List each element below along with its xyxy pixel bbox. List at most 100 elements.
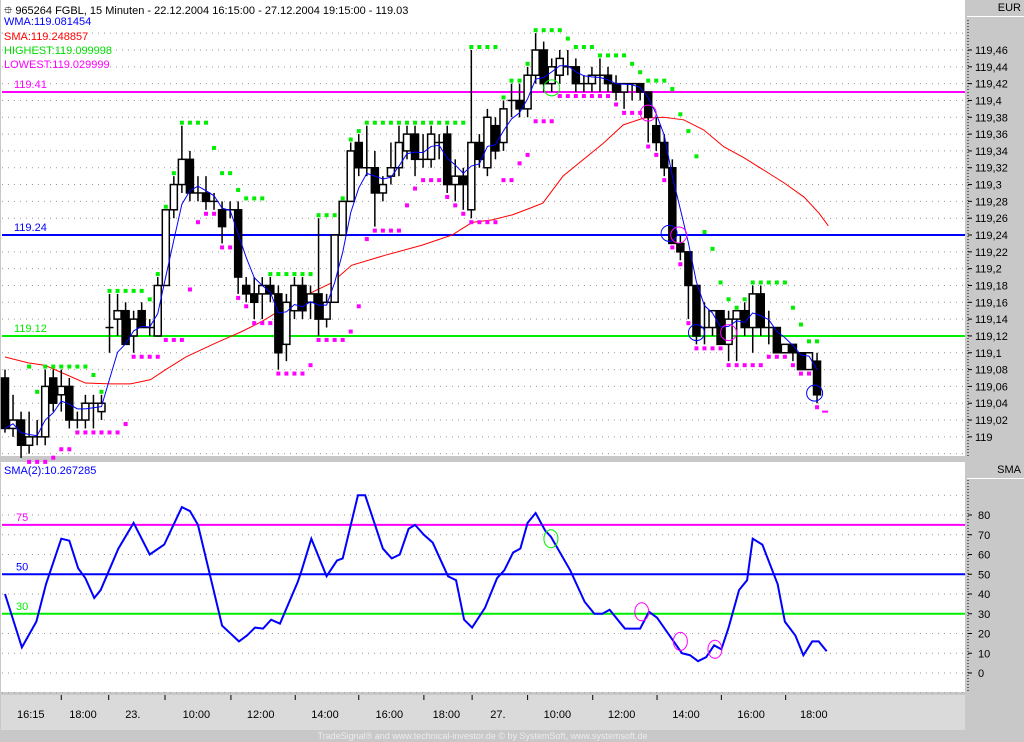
candle-body: [48, 377, 58, 404]
lowest-dot: [43, 459, 48, 464]
candle: [153, 277, 163, 337]
highest-dot: [356, 129, 361, 134]
highest-dot: [461, 120, 466, 125]
lowest-dot: [212, 211, 217, 216]
lowest-dot: [107, 430, 112, 435]
candle-body: [748, 293, 757, 329]
highest-dot: [557, 28, 562, 33]
candle-body: [378, 183, 388, 194]
oscillator-axis-label: SMA: [967, 462, 1024, 479]
highest-dot: [348, 137, 353, 142]
highest-dot: [437, 120, 442, 125]
candle-body: [113, 309, 122, 320]
lowest-dot: [340, 337, 345, 342]
candle: [330, 234, 339, 304]
lowest-dot: [517, 161, 522, 166]
candle-body: [282, 301, 291, 346]
candle-body: [185, 158, 195, 194]
candle-body: [153, 284, 163, 337]
candle-body: [40, 385, 50, 438]
lowest-dot: [308, 363, 313, 368]
lowest-dot: [396, 228, 401, 233]
highest-dot: [220, 171, 225, 176]
highest-dot: [332, 213, 337, 218]
highest-dot: [606, 53, 610, 58]
highest-dot: [589, 45, 594, 49]
lowest-dot: [790, 363, 795, 368]
lowest-dot: [405, 203, 409, 208]
lowest-dot: [260, 321, 265, 326]
price-tick-label: 119,18: [975, 280, 1008, 292]
oscillator-legend: SMA(2):10.267285: [4, 465, 97, 477]
time-label: 18:00: [69, 709, 97, 721]
time-label: 10:00: [544, 709, 572, 721]
highest-dot: [533, 28, 538, 33]
candle-body: [306, 293, 315, 304]
lowest-dot: [292, 371, 297, 376]
highest-dot: [83, 364, 88, 369]
price-tick-label: 119,04: [975, 398, 1008, 410]
highest-dot: [742, 297, 747, 302]
candle-body: [756, 293, 766, 329]
lowest-dot: [236, 295, 241, 300]
candle-body: [611, 82, 621, 93]
lowest-dot: [204, 211, 208, 216]
lowest-dot: [726, 363, 731, 368]
lowest-dot: [678, 262, 683, 267]
lowest-dot: [453, 203, 458, 208]
lowest-dot: [718, 346, 723, 351]
lowest-dot: [654, 152, 659, 157]
highest-dot: [163, 204, 168, 209]
lowest-dot: [758, 363, 763, 368]
candle-body: [241, 284, 251, 295]
candle-body: [274, 293, 283, 354]
candle-body: [475, 141, 484, 161]
sma-legend: SMA:119.248857: [4, 31, 89, 43]
lowest-dot: [774, 354, 779, 359]
price-tick-label: 119,12: [975, 331, 1008, 343]
lowest-dot: [413, 186, 418, 191]
osc-axis[interactable]: [967, 478, 1024, 692]
highest-dot: [276, 272, 281, 277]
highest-dot: [686, 129, 691, 134]
osc-tick-label: 60: [978, 550, 990, 562]
highest-dot: [421, 120, 426, 125]
candle: [780, 343, 790, 354]
candle-body: [619, 82, 629, 93]
highest-dot: [300, 272, 305, 277]
lowest-dot: [630, 110, 635, 115]
candle-body: [499, 108, 508, 144]
lowest-legend: LOWEST:119.029999: [4, 59, 110, 71]
candle: [338, 200, 347, 236]
lowest-dot: [734, 363, 739, 368]
time-label: 12:00: [247, 709, 275, 721]
lowest-dot: [268, 321, 273, 326]
highest-dot: [445, 120, 450, 125]
lowest-dot: [380, 228, 385, 233]
candle-body: [491, 124, 500, 152]
lowest-dot: [557, 94, 562, 99]
osc-tick-label: 40: [978, 589, 990, 601]
highest-dot: [517, 78, 522, 83]
candle-body: [394, 141, 404, 169]
highest-legend: HIGHEST:119.099998: [4, 45, 113, 57]
time-label: 18:00: [433, 709, 461, 721]
osc-tick-label: 30: [978, 609, 990, 621]
lowest-dot: [807, 371, 811, 376]
highest-dot: [718, 280, 723, 285]
osc-tick-label: 0: [978, 668, 984, 680]
highest-dot: [67, 364, 72, 369]
candle-body: [129, 318, 138, 337]
lowest-dot: [525, 152, 530, 157]
highest-dot: [115, 288, 120, 293]
candle: [442, 125, 452, 193]
highest-dot: [27, 364, 32, 369]
lowest-dot: [51, 455, 56, 460]
oscillator-panel[interactable]: [1, 462, 965, 692]
lowest-dot: [533, 119, 538, 124]
lowest-dot: [589, 94, 594, 99]
lowest-dot: [702, 346, 707, 351]
lowest-dot: [646, 144, 651, 149]
lowest-dot: [83, 430, 88, 435]
candle-body: [483, 116, 492, 169]
